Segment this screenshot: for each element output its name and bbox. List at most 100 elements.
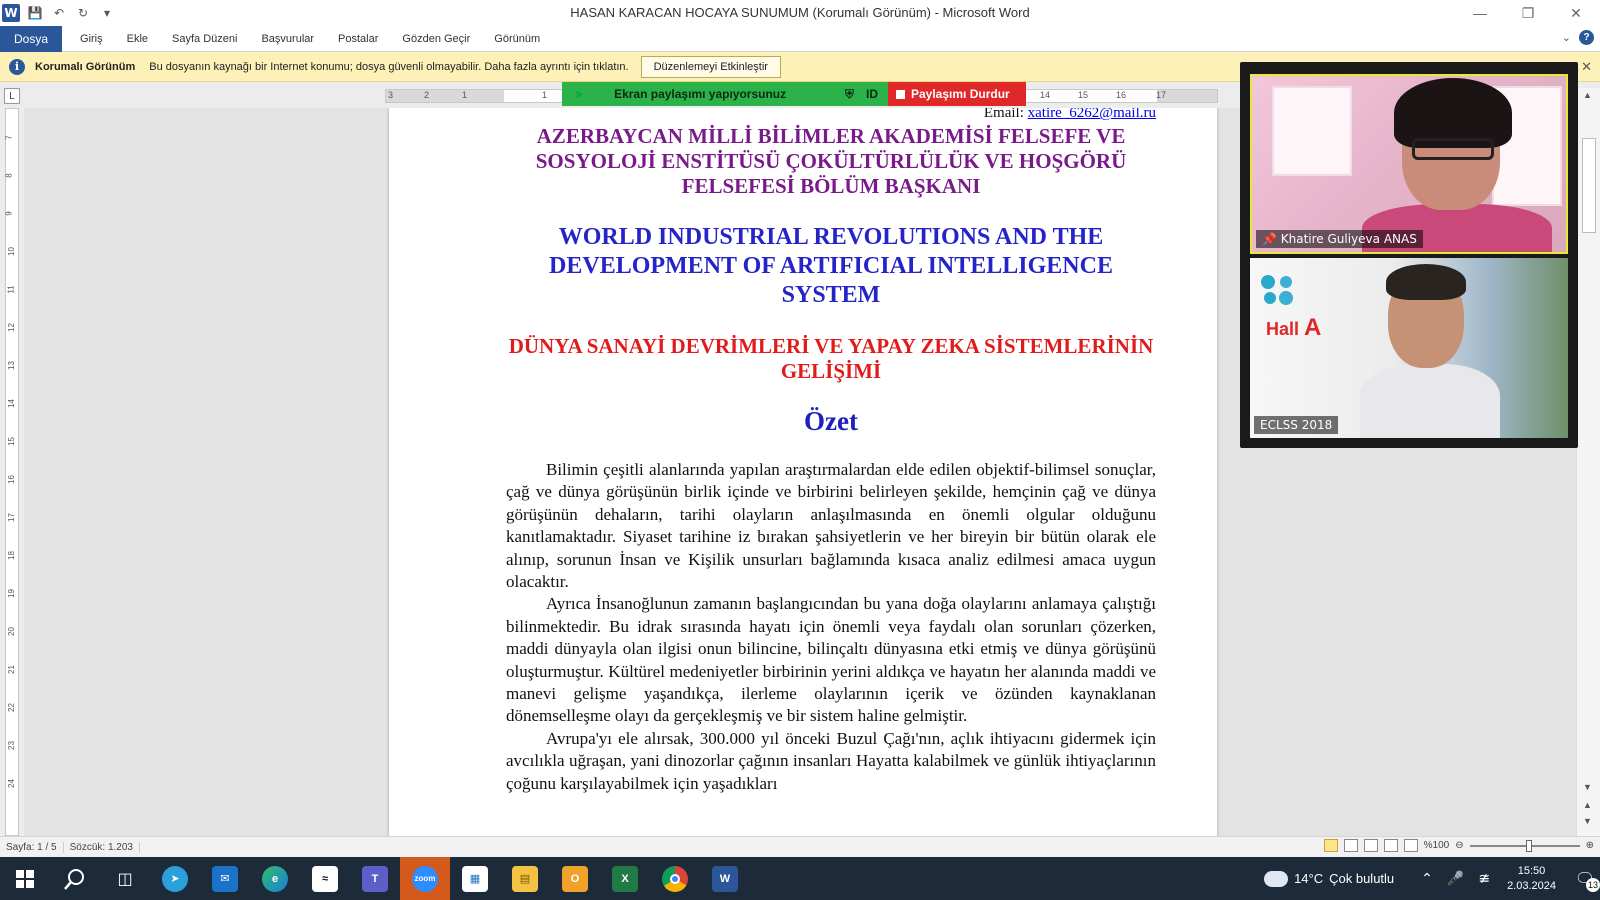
scroll-thumb[interactable] <box>1582 138 1596 233</box>
abstract-heading: Özet <box>804 406 858 436</box>
scroll-up-icon[interactable]: ▲ <box>1583 90 1592 100</box>
edge-icon: e <box>262 865 288 892</box>
pin-icon[interactable]: ➤ <box>574 87 584 101</box>
telegram-app[interactable]: ➤ <box>150 857 200 900</box>
redo-icon[interactable]: ↻ <box>74 4 92 22</box>
stop-share-label: Paylaşımı Durdur <box>911 87 1010 101</box>
ruler-tick: 1 <box>542 90 548 100</box>
word-app[interactable]: W <box>700 857 750 900</box>
ruler-tick: 11 <box>6 285 16 294</box>
start-button[interactable] <box>0 857 50 900</box>
customize-qat-icon[interactable]: ▾ <box>98 4 116 22</box>
minimize-ribbon-icon[interactable]: ⌄ <box>1562 31 1571 44</box>
zoom-app[interactable]: zoom <box>400 857 450 900</box>
window-controls: — ❐ ✕ <box>1456 0 1600 26</box>
abstract-body: Bilimin çeşitli alanlarında yapılan araş… <box>506 459 1156 795</box>
task-view-button[interactable]: ◫ <box>100 857 150 900</box>
participant-video[interactable]: 📌 Khatire Guliyeva ANAS <box>1250 74 1568 254</box>
help-icon[interactable]: ? <box>1579 30 1594 45</box>
zoom-slider[interactable] <box>1469 839 1580 852</box>
word-count[interactable]: Sözcük: 1.203 <box>64 841 140 853</box>
undo-icon[interactable]: ↶ <box>50 4 68 22</box>
zoom-out-icon[interactable]: ⊖ <box>1455 840 1463 851</box>
clock[interactable]: 15:50 2.03.2024 <box>1507 864 1556 894</box>
cloud-icon <box>1264 870 1289 887</box>
web-layout-icon[interactable] <box>1363 839 1378 852</box>
tab-file[interactable]: Dosya <box>0 25 63 52</box>
zoom-level[interactable]: %100 <box>1424 840 1450 851</box>
document-page[interactable]: Email: xatire_6262@mail.ru AZERBAYCAN Mİ… <box>389 108 1217 836</box>
save-icon[interactable]: 💾 <box>26 4 44 22</box>
weather-widget[interactable]: 14°C Çok bulutlu <box>1264 870 1395 887</box>
vertical-ruler-area: 7 8 9 10 11 12 13 14 15 16 17 18 19 20 2… <box>0 108 24 836</box>
outlook-icon: O <box>562 865 588 892</box>
wifi-icon[interactable]: ≇ <box>1478 870 1490 887</box>
outline-icon[interactable] <box>1383 839 1398 852</box>
stop-share-button[interactable]: Paylaşımı Durdur <box>888 82 1026 106</box>
tab-references[interactable]: Başvurular <box>249 26 326 52</box>
meeting-id-label[interactable]: ID <box>866 87 878 101</box>
ruler-tick: 17 <box>1156 90 1167 100</box>
close-button[interactable]: ✕ <box>1552 0 1600 26</box>
participant-figure <box>1386 264 1466 300</box>
folder-icon: ▤ <box>512 865 538 892</box>
mail-icon: ✉ <box>212 865 238 892</box>
restore-button[interactable]: ❐ <box>1504 0 1552 26</box>
pin-icon: 📌 <box>1262 232 1281 246</box>
chrome-app[interactable] <box>650 857 700 900</box>
mail-app[interactable]: ✉ <box>200 857 250 900</box>
outlook-app[interactable]: O <box>550 857 600 900</box>
enable-editing-button[interactable]: Düzenlemeyi Etkinleştir <box>640 55 781 78</box>
explorer-app[interactable]: ▤ <box>500 857 550 900</box>
page-count[interactable]: Sayfa: 1 / 5 <box>0 841 64 853</box>
store-app[interactable]: ▦ <box>450 857 500 900</box>
tab-home[interactable]: Giriş <box>68 26 115 52</box>
system-tray: 14°C Çok bulutlu ⌃ 🎤 ≇ 15:50 2.03.2024 🗨… <box>1264 857 1600 900</box>
window-title: HASAN KARACAN HOCAYA SUNUMUM (Korumalı G… <box>570 5 1030 20</box>
notification-center[interactable]: 🗨 13 <box>1570 866 1600 892</box>
tab-insert[interactable]: Ekle <box>115 26 160 52</box>
full-screen-reading-icon[interactable] <box>1343 839 1358 852</box>
participant-name-label: 📌 Khatire Guliyeva ANAS <box>1256 230 1423 248</box>
tab-selector[interactable]: L <box>4 88 20 104</box>
tab-view[interactable]: Görünüm <box>482 26 552 52</box>
stock-app[interactable]: ≈ <box>300 857 350 900</box>
word-logo-icon[interactable]: W <box>2 4 20 22</box>
previous-page-icon[interactable]: ▲ <box>1583 800 1592 810</box>
close-icon[interactable]: ✕ <box>1581 59 1592 75</box>
participant-name: Khatire Guliyeva ANAS <box>1280 232 1417 246</box>
ruler-tick: 23 <box>6 741 16 750</box>
tab-mailings[interactable]: Postalar <box>326 26 390 52</box>
next-page-icon[interactable]: ▼ <box>1583 816 1592 826</box>
shield-icon[interactable]: ⛨ <box>845 87 854 102</box>
search-button[interactable] <box>50 857 100 900</box>
tab-review[interactable]: Gözden Geçir <box>390 26 482 52</box>
ruler-tick: 9 <box>4 211 14 216</box>
screen-share-banner: ➤ Ekran paylaşımı yapıyorsunuz ⛨ ID Payl… <box>562 82 1026 106</box>
share-status[interactable]: ➤ Ekran paylaşımı yapıyorsunuz ⛨ ID <box>562 82 888 106</box>
ruler-tick: 16 <box>6 475 16 484</box>
edge-app[interactable]: e <box>250 857 300 900</box>
institution-heading: AZERBAYCAN MİLLİ BİLİMLER AKADEMİSİ FELS… <box>535 124 1127 198</box>
zoom-in-icon[interactable]: ⊕ <box>1586 840 1594 851</box>
vertical-ruler[interactable]: 7 8 9 10 11 12 13 14 15 16 17 18 19 20 2… <box>5 108 19 836</box>
microphone-icon[interactable]: 🎤 <box>1447 870 1464 887</box>
weather-desc: Çok bulutlu <box>1329 871 1395 886</box>
zoom-video-panel[interactable]: 📌 Khatire Guliyeva ANAS Hall A ECLSS 201… <box>1240 62 1578 448</box>
email-link[interactable]: xatire_6262@mail.ru <box>1028 108 1156 121</box>
protected-view-message[interactable]: Bu dosyanın kaynağı bir Internet konumu;… <box>149 61 628 73</box>
tab-page-layout[interactable]: Sayfa Düzeni <box>160 26 249 52</box>
zoom-slider-thumb[interactable] <box>1525 839 1532 852</box>
excel-app[interactable]: X <box>600 857 650 900</box>
minimize-button[interactable]: — <box>1456 0 1504 26</box>
protected-view-title: Korumalı Görünüm <box>35 60 136 73</box>
draft-icon[interactable] <box>1403 839 1418 852</box>
participant-video[interactable]: Hall A ECLSS 2018 <box>1250 258 1568 438</box>
vertical-scrollbar[interactable]: ▲ ▼ ▲ ▼ <box>1576 88 1600 836</box>
participant-figure <box>1360 364 1500 438</box>
scroll-down-icon[interactable]: ▼ <box>1583 782 1592 792</box>
print-layout-icon[interactable] <box>1323 839 1338 852</box>
teams-app[interactable]: T <box>350 857 400 900</box>
chevron-up-icon[interactable]: ⌃ <box>1421 870 1433 887</box>
background-shelf <box>1272 86 1352 176</box>
